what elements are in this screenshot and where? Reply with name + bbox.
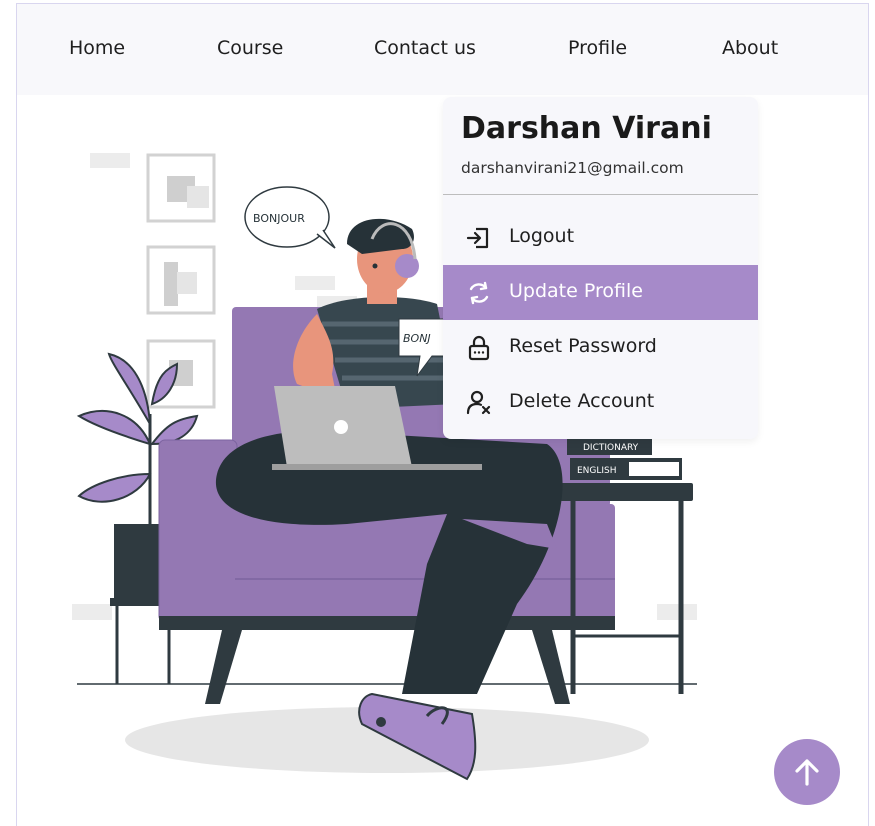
- profile-email: darshanvirani21@gmail.com: [461, 159, 684, 177]
- wall-brick: [72, 604, 112, 620]
- nav-home[interactable]: Home: [69, 37, 125, 59]
- wall-brick: [657, 604, 697, 620]
- menu-item-delete-account[interactable]: Delete Account: [443, 375, 758, 430]
- menu-label-reset-password: Reset Password: [509, 335, 657, 357]
- book-english-label: ENGLISH: [577, 466, 617, 476]
- wall-brick: [295, 276, 335, 290]
- logout-icon: [466, 227, 489, 249]
- menu-item-update-profile[interactable]: Update Profile: [443, 265, 758, 320]
- menu-label-logout: Logout: [509, 225, 575, 247]
- menu-label-update-profile: Update Profile: [509, 280, 643, 302]
- bubble-text-small: BONJ: [403, 332, 431, 345]
- speech-bubble-bonjour: BONJOUR: [244, 186, 336, 249]
- nav-contact-us[interactable]: Contact us: [374, 37, 476, 59]
- menu-label-delete-account: Delete Account: [509, 390, 655, 412]
- bubble-text-large: BONJOUR: [253, 212, 305, 225]
- nav-profile[interactable]: Profile: [568, 37, 627, 59]
- wall-frames: [146, 153, 216, 409]
- arrow-up-icon: [795, 759, 819, 786]
- refresh-icon: [469, 281, 489, 305]
- profile-name: Darshan Virani: [461, 111, 712, 146]
- book-dictionary-label: DICTIONARY: [583, 443, 639, 453]
- app-frame: DICTIONARY ENGLISH BONJOUR BONJ Home Cou…: [16, 3, 869, 826]
- menu-item-reset-password[interactable]: Reset Password: [443, 320, 758, 375]
- menu-item-logout[interactable]: Logout: [443, 210, 758, 265]
- top-navbar: Home Course Contact us Profile About: [17, 4, 868, 95]
- user-remove-icon: [466, 390, 491, 415]
- wall-brick: [90, 153, 130, 168]
- nav-course[interactable]: Course: [217, 37, 283, 59]
- lock-icon: [468, 335, 490, 361]
- dropdown-divider: [443, 194, 758, 195]
- scroll-to-top-button[interactable]: [774, 739, 840, 805]
- profile-dropdown: Darshan Virani darshanvirani21@gmail.com…: [443, 97, 758, 439]
- nav-about[interactable]: About: [722, 37, 778, 59]
